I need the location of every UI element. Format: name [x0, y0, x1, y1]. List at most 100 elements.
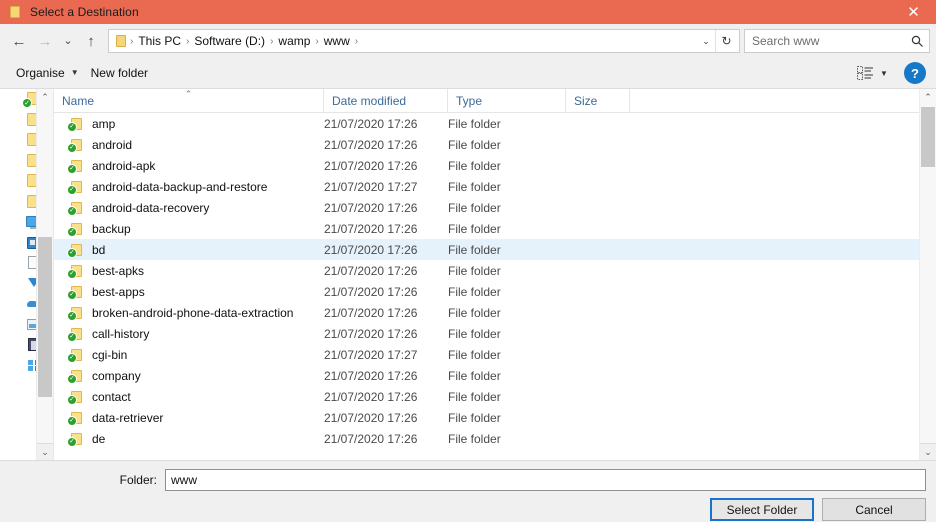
sort-ascending-icon: ⌃ [184, 89, 193, 99]
column-header-date-modified[interactable]: Date modified [324, 89, 448, 112]
file-type-cell: File folder [448, 431, 501, 446]
table-row[interactable]: ✓ broken-android-phone-data-extraction 2… [54, 302, 936, 323]
table-row[interactable]: ✓ company 21/07/2020 17:26 File folder [54, 365, 936, 386]
chevron-down-icon[interactable]: ⌄ [697, 30, 715, 52]
scroll-down-icon[interactable]: ⌄ [37, 443, 53, 460]
file-date-cell: 21/07/2020 17:26 [324, 284, 418, 299]
table-row[interactable]: ✓ de 21/07/2020 17:26 File folder [54, 428, 936, 449]
file-type-cell: File folder [448, 326, 501, 341]
folder-sync-icon: ✓ [67, 200, 84, 216]
column-header-name[interactable]: ⌃ Name [54, 89, 324, 112]
table-row[interactable]: ✓ cgi-bin 21/07/2020 17:27 File folder [54, 344, 936, 365]
help-icon[interactable]: ? [904, 62, 926, 84]
breadcrumb-item-wamp[interactable]: wamp [274, 33, 314, 49]
folder-input[interactable]: www [165, 469, 926, 491]
table-row[interactable]: ✓ data-retriever 21/07/2020 17:26 File f… [54, 407, 936, 428]
table-row[interactable]: ✓ amp 21/07/2020 17:26 File folder [54, 113, 936, 134]
file-type-cell: File folder [448, 116, 501, 131]
back-button[interactable]: ← [6, 28, 32, 54]
search-input[interactable]: Search www [752, 34, 909, 48]
breadcrumb-item-www[interactable]: www [320, 33, 354, 49]
recent-locations-button[interactable]: ⌄ [58, 28, 78, 54]
file-name-cell: ✓ android [54, 137, 324, 153]
file-date-cell: 21/07/2020 17:27 [324, 347, 418, 362]
file-date-cell: 21/07/2020 17:26 [324, 242, 418, 257]
organise-button[interactable]: Organise ▼ [10, 63, 85, 83]
file-date-cell: 21/07/2020 17:26 [324, 137, 418, 152]
chevron-down-icon: ▼ [70, 68, 79, 77]
footer-buttons: Select Folder Cancel [0, 491, 936, 521]
table-row-selected[interactable]: ✓ bd 21/07/2020 17:26 File folder [54, 239, 936, 260]
folder-sync-icon: ✓ [67, 242, 84, 258]
folder-icon [7, 4, 23, 20]
file-type-cell: File folder [448, 284, 501, 299]
file-name-cell: ✓ cgi-bin [54, 347, 324, 363]
search-icon[interactable] [909, 33, 925, 49]
folder-sync-icon: ✓ [67, 221, 84, 237]
navigation-bar: ← → ⌄ ↑ › This PC › Software (D:) › wamp… [0, 24, 936, 58]
file-name-cell: ✓ company [54, 368, 324, 384]
table-row[interactable]: ✓ android-data-recovery 21/07/2020 17:26… [54, 197, 936, 218]
column-header-type[interactable]: Type [448, 89, 566, 112]
column-header-name-label: Name [62, 93, 95, 108]
table-row[interactable]: ✓ backup 21/07/2020 17:26 File folder [54, 218, 936, 239]
new-folder-label: New folder [90, 66, 148, 80]
folder-field-row: Folder: www [0, 461, 936, 491]
file-type-cell: File folder [448, 410, 501, 425]
table-row[interactable]: ✓ android-data-backup-and-restore 21/07/… [54, 176, 936, 197]
file-name-cell: ✓ best-apks [54, 263, 324, 279]
file-name-cell: ✓ broken-android-phone-data-extraction [54, 305, 324, 321]
cancel-button[interactable]: Cancel [822, 498, 926, 521]
up-button[interactable]: ↑ [78, 28, 104, 54]
file-type-cell: File folder [448, 179, 501, 194]
sidebar-scrollbar[interactable]: ⌃ ⌄ [36, 89, 53, 460]
file-rows: ✓ amp 21/07/2020 17:26 File folder ✓ and… [54, 113, 936, 460]
file-name-label: best-apps [92, 284, 145, 299]
file-date-cell: 21/07/2020 17:26 [324, 326, 418, 341]
column-header-row: ⌃ Name Date modified Type Size [54, 89, 936, 113]
file-name-cell: ✓ data-retriever [54, 410, 324, 426]
file-date-cell: 21/07/2020 17:26 [324, 116, 418, 131]
file-list-pane: ⌃ Name Date modified Type Size ✓ amp 21/… [54, 89, 936, 460]
folder-sync-icon: ✓ [67, 263, 84, 279]
table-row[interactable]: ✓ best-apks 21/07/2020 17:26 File folder [54, 260, 936, 281]
scroll-up-icon[interactable]: ⌃ [920, 89, 936, 106]
folder-sync-icon: ✓ [67, 158, 84, 174]
search-box[interactable]: Search www [744, 29, 930, 53]
breadcrumb-item-this-pc[interactable]: This PC [134, 33, 185, 49]
organise-label: Organise [16, 66, 65, 80]
file-list-scroll-thumb[interactable] [921, 107, 935, 167]
breadcrumb: › This PC › Software (D:) › wamp › www › [129, 33, 697, 49]
navigation-pane: ✓ ⌃ ⌄ [0, 89, 54, 460]
file-type-cell: File folder [448, 200, 501, 215]
chevron-down-icon[interactable]: ▼ [876, 64, 892, 82]
column-header-filler [630, 89, 936, 112]
folder-sync-icon: ✓ [67, 137, 84, 153]
scroll-down-icon[interactable]: ⌄ [920, 443, 936, 460]
table-row[interactable]: ✓ best-apps 21/07/2020 17:26 File folder [54, 281, 936, 302]
table-row[interactable]: ✓ android 21/07/2020 17:26 File folder [54, 134, 936, 155]
file-name-label: call-history [92, 326, 150, 341]
new-folder-button[interactable]: New folder [85, 63, 154, 83]
forward-button[interactable]: → [32, 28, 58, 54]
refresh-icon[interactable]: ↻ [715, 30, 737, 52]
table-row[interactable]: ✓ contact 21/07/2020 17:26 File folder [54, 386, 936, 407]
file-name-label: data-retriever [92, 410, 164, 425]
sidebar-scroll-thumb[interactable] [38, 237, 52, 397]
select-folder-button[interactable]: Select Folder [710, 498, 814, 521]
column-header-size[interactable]: Size [566, 89, 630, 112]
column-header-type-label: Type [456, 93, 483, 108]
table-row[interactable]: ✓ android-apk 21/07/2020 17:26 File fold… [54, 155, 936, 176]
scroll-up-icon[interactable]: ⌃ [37, 89, 53, 106]
address-bar[interactable]: › This PC › Software (D:) › wamp › www ›… [108, 29, 740, 53]
breadcrumb-item-software-d[interactable]: Software (D:) [190, 33, 269, 49]
file-name-label: android-data-backup-and-restore [92, 179, 268, 194]
view-options-icon[interactable] [854, 64, 876, 82]
file-name-label: contact [92, 389, 131, 404]
file-date-cell: 21/07/2020 17:26 [324, 431, 418, 446]
file-date-cell: 21/07/2020 17:26 [324, 158, 418, 173]
close-icon[interactable]: ✕ [891, 0, 936, 24]
file-list-scrollbar[interactable]: ⌃ ⌄ [919, 89, 936, 460]
table-row[interactable]: ✓ call-history 21/07/2020 17:26 File fol… [54, 323, 936, 344]
folder-sync-icon: ✓ [67, 389, 84, 405]
